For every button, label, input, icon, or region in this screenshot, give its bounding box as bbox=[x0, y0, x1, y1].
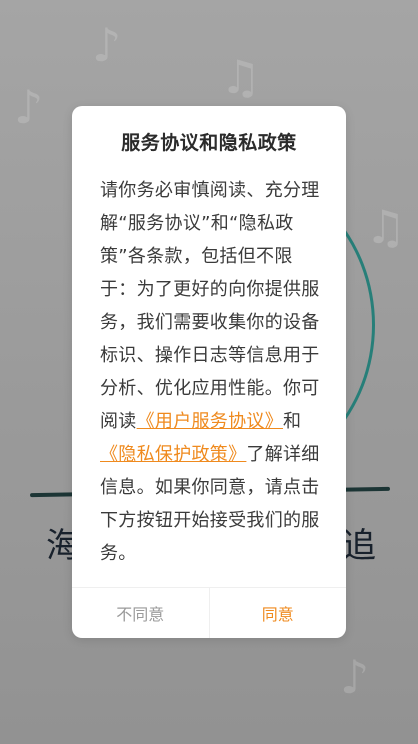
user-agreement-link[interactable]: 《用户服务协议》 bbox=[137, 411, 283, 432]
body-text-and: 和 bbox=[283, 411, 302, 432]
dialog-body: 请你务必审慎阅读、充分理解“服务协议”和“隐私政策”各条款，包括但不限于：为了更… bbox=[100, 174, 324, 570]
agree-button[interactable]: 同意 bbox=[210, 588, 347, 638]
dialog-title: 服务协议和隐私政策 bbox=[121, 132, 297, 154]
privacy-dialog: 服务协议和隐私政策 请你务必审慎阅读、充分理解“服务协议”和“隐私政策”各条款，… bbox=[72, 106, 346, 638]
dialog-button-row: 不同意 同意 bbox=[72, 587, 346, 638]
disagree-button[interactable]: 不同意 bbox=[72, 588, 210, 638]
body-text: 请你务必审慎阅读、充分理解“服务协议”和“隐私政策”各条款，包括但不限于：为了更… bbox=[100, 180, 320, 432]
privacy-policy-link[interactable]: 《隐私保护政策》 bbox=[100, 444, 246, 465]
